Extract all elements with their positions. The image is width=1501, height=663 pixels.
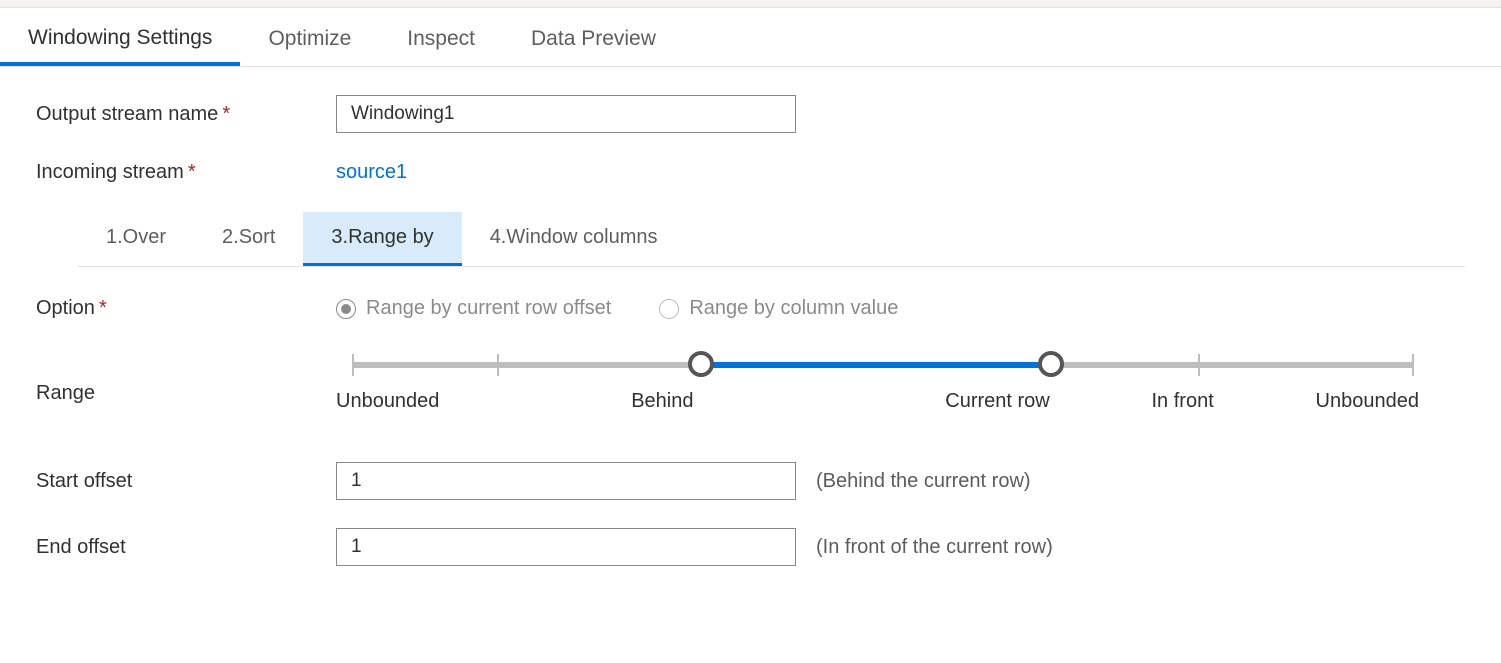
slider-label-unbounded-left: Unbounded <box>336 390 439 413</box>
end-offset-hint: (In front of the current row) <box>816 536 1053 559</box>
end-offset-label: End offset <box>36 536 336 559</box>
slider-fill <box>701 362 1051 368</box>
option-label: Option* <box>36 297 336 320</box>
slider-tick <box>1198 354 1200 376</box>
slider-handle-end[interactable] <box>1038 351 1064 377</box>
tab-data-preview[interactable]: Data Preview <box>503 17 684 66</box>
subtab-window-columns[interactable]: 4.Window columns <box>462 212 686 266</box>
tab-optimize[interactable]: Optimize <box>240 17 379 66</box>
radio-range-by-current-row-offset[interactable]: Range by current row offset <box>336 297 611 320</box>
tab-windowing-settings[interactable]: Windowing Settings <box>0 16 240 66</box>
output-stream-name-input[interactable] <box>336 95 796 133</box>
subtab-over[interactable]: 1.Over <box>78 212 194 266</box>
range-label: Range <box>36 348 336 405</box>
slider-labels: Unbounded Behind Current row In front Un… <box>336 390 1419 413</box>
main-tab-strip: Windowing Settings Optimize Inspect Data… <box>0 8 1501 67</box>
radio-dot-icon <box>336 299 356 319</box>
start-offset-label: Start offset <box>36 470 336 493</box>
slider-label-unbounded-right: Unbounded <box>1316 390 1419 413</box>
slider-tick <box>497 354 499 376</box>
radio-circle-icon <box>659 299 679 319</box>
slider-handle-start[interactable] <box>688 351 714 377</box>
window-header-strip <box>0 0 1501 8</box>
slider-tick <box>352 354 354 376</box>
start-offset-input[interactable] <box>336 462 796 500</box>
start-offset-hint: (Behind the current row) <box>816 470 1031 493</box>
range-slider[interactable]: Unbounded Behind Current row In front Un… <box>336 354 1419 434</box>
subtab-range-by[interactable]: 3.Range by <box>303 212 461 266</box>
radio-range-by-column-value[interactable]: Range by column value <box>659 297 898 320</box>
slider-label-current-row: Current row <box>945 390 1049 413</box>
slider-label-behind: Behind <box>631 390 693 413</box>
end-offset-input[interactable] <box>336 528 796 566</box>
sub-tab-strip: 1.Over 2.Sort 3.Range by 4.Window column… <box>78 212 1465 267</box>
incoming-stream-link[interactable]: source1 <box>336 161 407 184</box>
tab-inspect[interactable]: Inspect <box>379 17 503 66</box>
slider-label-in-front: In front <box>1152 390 1214 413</box>
output-stream-name-label: Output stream name* <box>36 103 336 126</box>
subtab-sort[interactable]: 2.Sort <box>194 212 303 266</box>
slider-tick <box>1412 354 1414 376</box>
incoming-stream-label: Incoming stream* <box>36 161 336 184</box>
